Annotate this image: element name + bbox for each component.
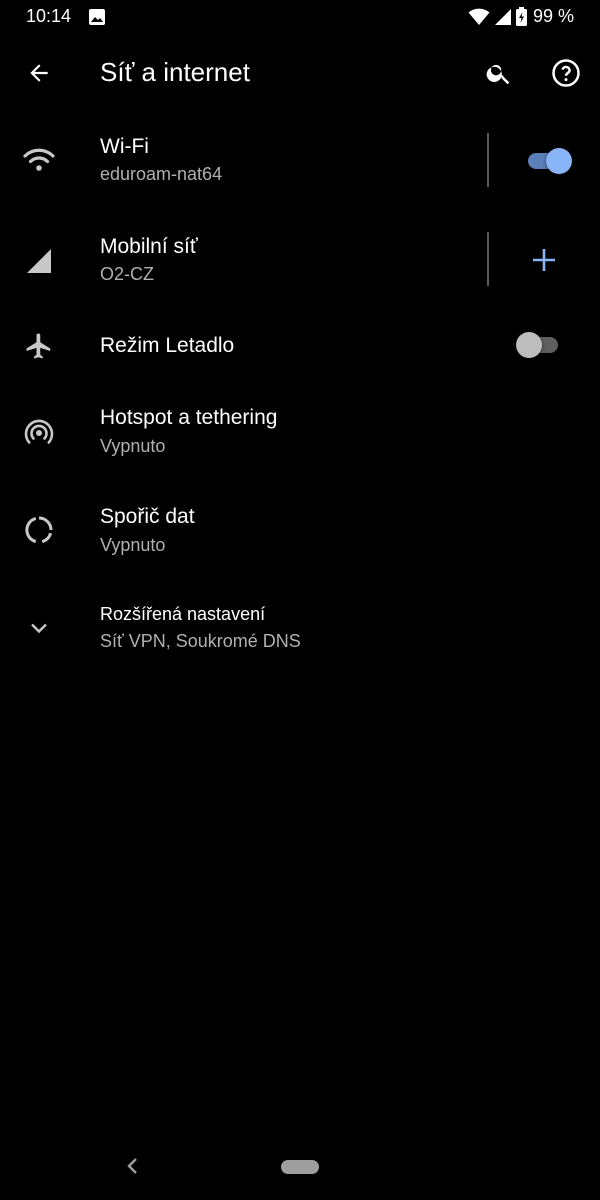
- search-icon: [486, 64, 510, 85]
- toolbar: Síť a internet: [0, 40, 600, 106]
- item-subtitle: O2-CZ: [100, 264, 154, 284]
- chevron-down-icon: [20, 609, 58, 647]
- item-subtitle: eduroam-nat64: [100, 164, 223, 184]
- status-time: 10:14: [26, 6, 72, 26]
- nav-back-button[interactable]: [122, 1156, 142, 1176]
- item-title: Rozšířená nastavení: [100, 604, 266, 624]
- hotspot-icon: [20, 413, 58, 451]
- wifi-switch[interactable]: [524, 143, 574, 179]
- battery-percent: 99 %: [532, 6, 574, 26]
- divider: [487, 133, 489, 187]
- wifi-icon: [20, 141, 58, 179]
- item-title: Hotspot a tethering: [100, 406, 278, 429]
- divider: [487, 232, 489, 286]
- item-title: Mobilní síť: [100, 235, 198, 258]
- help-button[interactable]: [545, 52, 587, 94]
- wifi-status-icon: [468, 8, 490, 26]
- item-subtitle: Síť VPN, Soukromé DNS: [100, 631, 301, 651]
- search-button[interactable]: [478, 52, 520, 94]
- list-item-data-saver[interactable]: Spořič dat Vypnuto: [0, 499, 600, 563]
- list-item-mobile-network[interactable]: Mobilní síť O2-CZ: [0, 230, 600, 294]
- nav-back-icon: [127, 1158, 137, 1174]
- plus-icon: [533, 249, 555, 271]
- airplane-mode-switch[interactable]: [514, 327, 564, 363]
- list-item-hotspot[interactable]: Hotspot a tethering Vypnuto: [0, 400, 600, 464]
- list-item-wifi[interactable]: Wi-Fi eduroam-nat64: [0, 130, 600, 194]
- data-saver-icon: [20, 511, 58, 549]
- item-title: Spořič dat: [100, 505, 195, 528]
- help-icon: [552, 59, 580, 87]
- airplane-icon: [20, 327, 58, 365]
- back-button[interactable]: [18, 52, 60, 94]
- add-network-button[interactable]: [524, 240, 564, 280]
- status-bar: 10:14 99 %: [0, 0, 600, 34]
- page-title: Síť a internet: [100, 57, 250, 87]
- list-item-advanced[interactable]: Rozšířená nastavení Síť VPN, Soukromé DN…: [0, 598, 600, 662]
- item-title: Režim Letadlo: [100, 334, 235, 357]
- list-item-airplane-mode[interactable]: Režim Letadlo: [0, 322, 600, 372]
- item-subtitle: Vypnuto: [100, 535, 166, 555]
- switch-thumb: [546, 148, 572, 174]
- cellular-signal-icon: [20, 242, 58, 280]
- switch-thumb: [516, 332, 542, 358]
- arrow-back-icon: [30, 64, 48, 82]
- cellular-status-icon: [494, 8, 512, 26]
- nav-home-pill[interactable]: [281, 1160, 319, 1174]
- item-title: Wi-Fi: [100, 135, 149, 158]
- item-subtitle: Vypnuto: [100, 436, 166, 456]
- battery-icon: [515, 7, 527, 26]
- image-notification-icon: [89, 9, 105, 25]
